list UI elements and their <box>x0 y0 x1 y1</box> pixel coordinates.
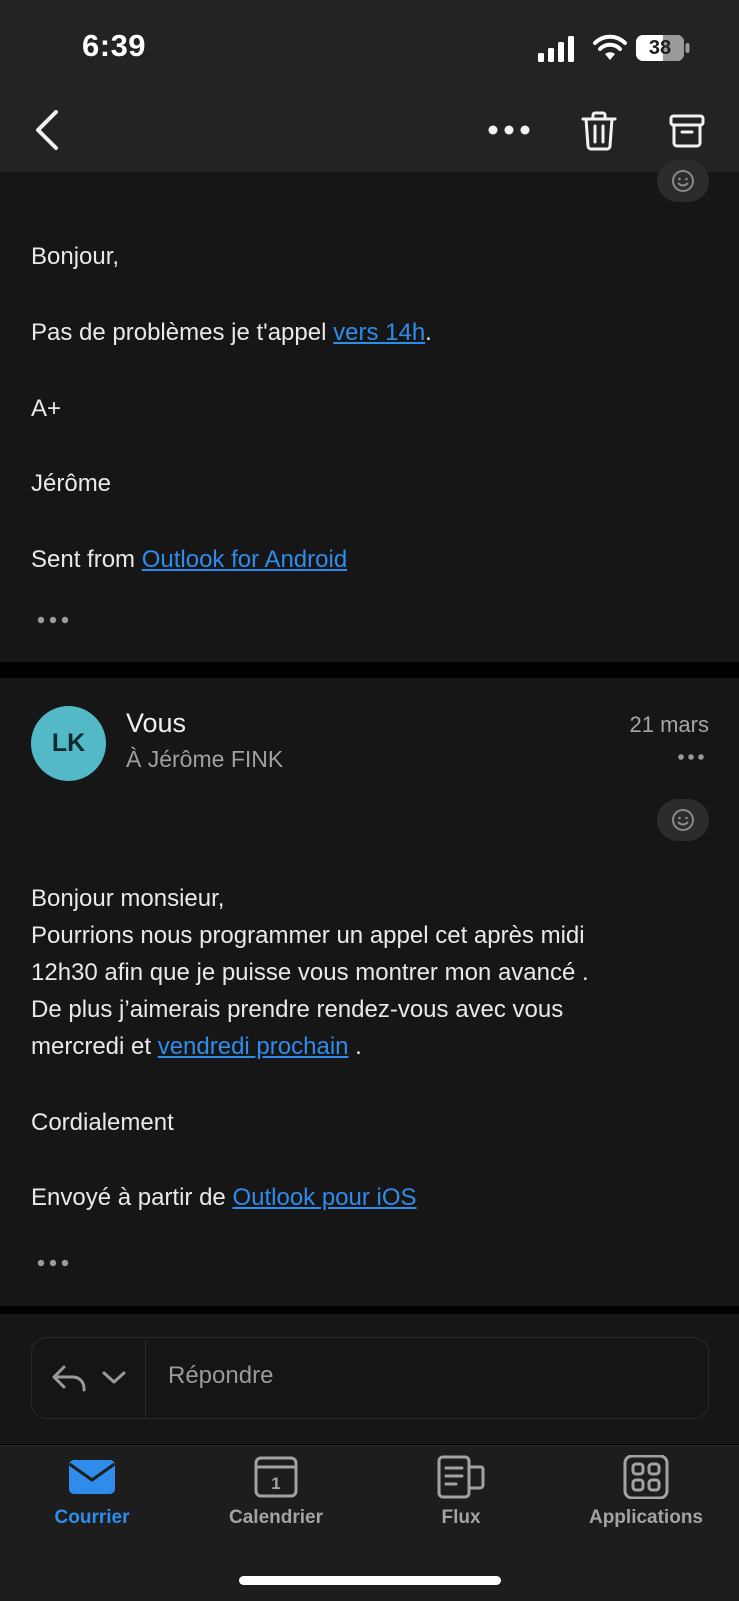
outlook-android-link[interactable]: Outlook for Android <box>142 546 347 573</box>
reply-icon <box>52 1365 86 1392</box>
message-line: Pas de problèmes je t'appel vers 14h. <box>31 314 432 351</box>
smiley-icon <box>672 809 694 831</box>
status-time: 6:39 <box>82 28 147 63</box>
recipient-name: À Jérôme FINK <box>126 746 284 772</box>
tab-apps[interactable]: Applications <box>566 1455 726 1529</box>
tab-calendar[interactable]: 1 Calendrier <box>196 1455 356 1529</box>
smiley-icon <box>672 170 694 192</box>
top-bar <box>0 0 739 172</box>
show-quoted-button[interactable] <box>36 614 70 626</box>
more-options-button[interactable] <box>484 108 534 152</box>
text: Pas de problèmes je t'appel <box>31 319 334 346</box>
text: . <box>348 1033 362 1060</box>
tab-label: Applications <box>588 1507 703 1528</box>
signal-icon <box>538 36 574 62</box>
avatar: LK <box>31 706 106 781</box>
text: mercredi et <box>31 1033 158 1060</box>
chevron-left-icon <box>36 110 58 150</box>
date-link[interactable]: vendredi prochain <box>158 1033 349 1060</box>
react-button[interactable] <box>657 160 709 202</box>
tab-label: Courrier <box>54 1507 130 1528</box>
show-quoted-button[interactable] <box>36 1257 70 1269</box>
trash-icon <box>581 111 617 151</box>
more-icon <box>488 125 530 135</box>
message-signature: Jérôme <box>31 470 112 497</box>
calendar-icon: 1 <box>254 1456 298 1498</box>
react-button[interactable] <box>657 799 709 841</box>
message-more-button[interactable] <box>677 752 705 762</box>
tab-label: Calendrier <box>229 1507 323 1528</box>
reply-options-button[interactable] <box>33 1339 146 1417</box>
wifi-icon <box>593 34 627 60</box>
archive-icon <box>669 114 705 148</box>
message-greeting: Bonjour, <box>31 243 120 270</box>
archive-button[interactable] <box>662 106 712 156</box>
message-line: Pourrions nous programmer un appel cet a… <box>31 922 585 949</box>
message-line: De plus j’aimerais prendre rendez-vous a… <box>31 996 564 1023</box>
feed-icon <box>437 1455 485 1499</box>
apps-icon <box>623 1455 669 1499</box>
message-greeting: Bonjour monsieur, <box>31 885 225 912</box>
tab-feed[interactable]: Flux <box>381 1455 541 1529</box>
text: Envoyé à partir de <box>31 1184 233 1211</box>
sender-name: Vous <box>126 708 187 738</box>
time-link[interactable]: vers 14h <box>333 319 425 346</box>
message-line: 12h30 afin que je puisse vous montrer mo… <box>31 959 589 986</box>
outlook-ios-link[interactable]: Outlook pour iOS <box>232 1184 416 1211</box>
mail-icon <box>68 1460 116 1494</box>
back-button[interactable] <box>22 104 72 156</box>
calendar-day: 1 <box>271 1474 280 1493</box>
message-footer: Sent from Outlook for Android <box>31 541 347 578</box>
battery-level: 38 <box>648 37 672 59</box>
message-footer: Envoyé à partir de Outlook pour iOS <box>31 1179 417 1216</box>
tab-mail[interactable]: Courrier <box>12 1455 172 1529</box>
reply-input[interactable]: Répondre <box>168 1362 273 1390</box>
text: . <box>425 319 432 346</box>
message-closing: Cordialement <box>31 1109 174 1136</box>
message-line: mercredi et vendredi prochain . <box>31 1028 362 1065</box>
text: Sent from <box>31 546 142 573</box>
tab-label: Flux <box>441 1507 481 1528</box>
chevron-down-icon <box>102 1371 126 1384</box>
message-line: A+ <box>31 395 62 422</box>
message-date: 21 mars <box>629 712 709 737</box>
home-indicator[interactable] <box>239 1576 501 1585</box>
delete-button[interactable] <box>574 106 624 156</box>
